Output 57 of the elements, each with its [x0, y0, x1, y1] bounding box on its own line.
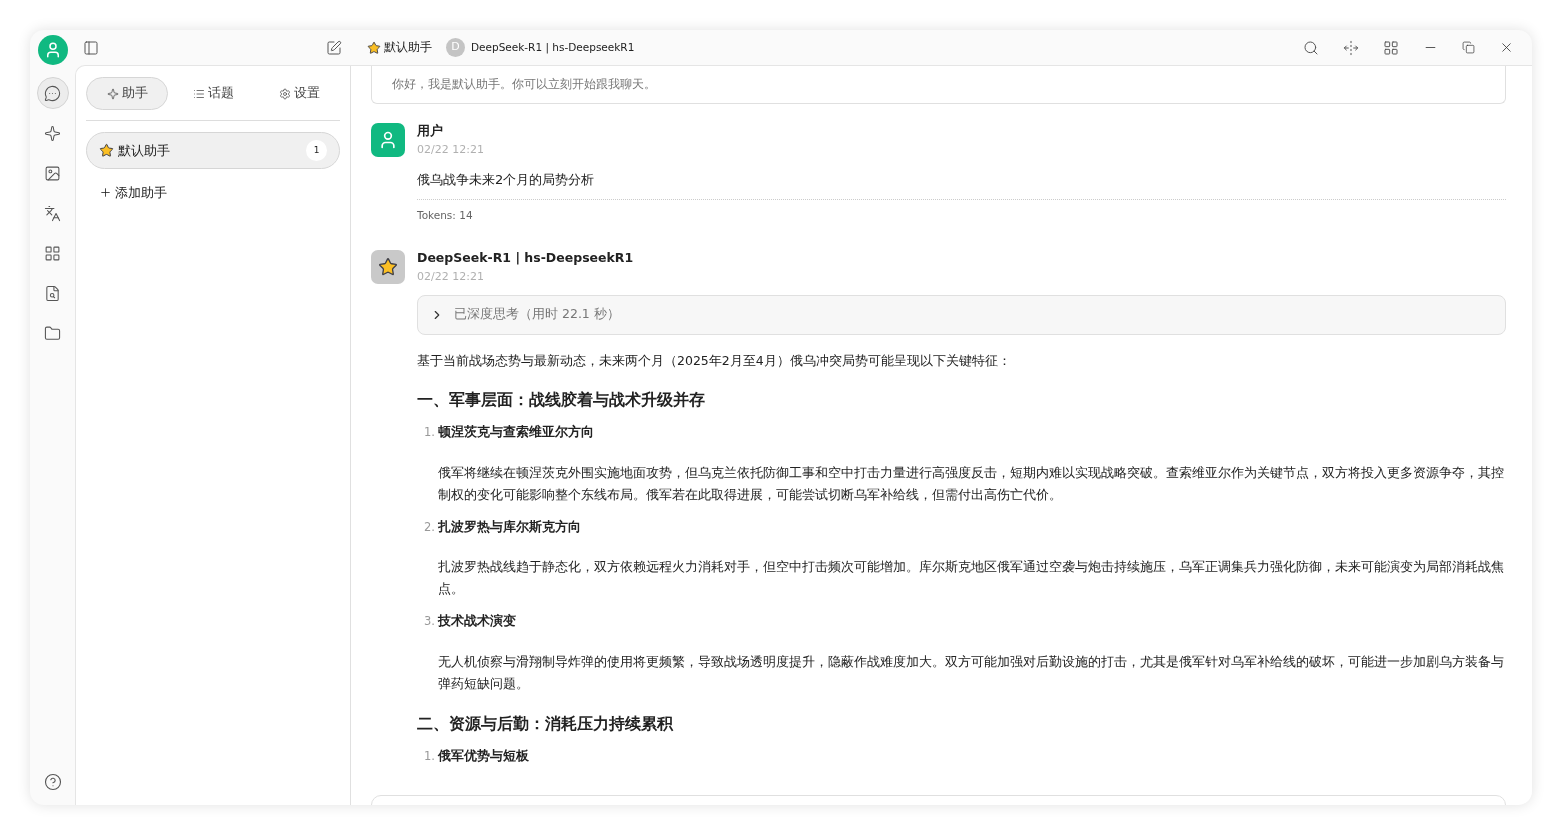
thinking-toggle[interactable]: 已深度思考（用时 22.1 秒） — [417, 294, 1506, 335]
plus-icon — [99, 186, 112, 200]
new-chat-icon[interactable] — [326, 39, 342, 56]
sidebar-tab[interactable]: 设置 — [258, 77, 340, 110]
sidebar-tab[interactable]: 助手 — [86, 77, 168, 110]
translate-icon — [44, 204, 61, 222]
star-icon — [367, 40, 381, 55]
chat-icon — [44, 84, 61, 102]
star-icon — [378, 256, 398, 277]
sidebar-tab[interactable]: 话题 — [172, 77, 254, 110]
section-heading: 一、军事层面：战线胶着与战术升级并存 — [417, 389, 706, 411]
list-number: 1. — [424, 748, 435, 765]
section-heading: 二、资源与后勤：消耗压力持续累积 — [417, 714, 674, 735]
sender-name: DeepSeek-R1 | hs-DeepseekR1 — [417, 248, 635, 267]
message-time: 02/22 12:21 — [417, 142, 485, 158]
count-badge: 1 — [306, 140, 327, 161]
assistant-name: 默认助手 — [118, 141, 170, 160]
settings-icon — [278, 87, 291, 100]
greeting-text: 你好，我是默认助手。你可以立刻开始跟我聊天。 — [392, 75, 656, 93]
document-search-icon — [44, 284, 61, 302]
star-icon — [99, 143, 114, 158]
list-item-text: 扎波罗热战线趋于静态化，双方依赖远程火力消耗对手，但空中打击频次可能增加。库尔斯克地区俄军通过空袭与炮击持续施压，乌军正调集兵力强化防御，未来可能演变为局部消耗战焦点。 — [437, 558, 1505, 599]
sparkle-icon — [44, 124, 61, 142]
sparkle-icon — [106, 87, 119, 100]
grid-icon[interactable] — [1383, 39, 1399, 56]
chat-nav-button[interactable] — [36, 77, 69, 109]
sender-name: 用户 — [417, 122, 444, 140]
sidebar-toggle-icon[interactable] — [83, 39, 99, 56]
list-number: 2. — [424, 518, 435, 536]
close-icon[interactable] — [1499, 40, 1514, 55]
add-assistant-button[interactable]: 添加助手 — [99, 183, 167, 203]
expand-width-icon[interactable] — [1343, 39, 1359, 56]
restore-icon[interactable] — [1462, 41, 1475, 54]
model-avatar: D — [446, 38, 465, 57]
list-icon — [192, 87, 205, 100]
user-icon — [378, 130, 398, 150]
message-text: 俄乌战争未来2个月的局势分析 — [417, 171, 596, 189]
model-name[interactable]: DeepSeek-R1 | hs-DeepseekR1 — [471, 39, 635, 56]
message-time: 02/22 12:21 — [417, 268, 485, 285]
folder-icon — [44, 324, 61, 342]
response-intro: 基于当前战场态势与最新动态，未来两个月（2025年2月至4月）俄乌冲突局势可能呈现以下关键特征： — [417, 351, 1012, 370]
list-number: 3. — [424, 613, 435, 631]
assistant-title: 默认助手 — [384, 38, 432, 56]
list-item-text: 俄军将继续在顿涅茨克外围实施地面攻势，但乌克兰依托防御工事和空中打击力量进行高强度反击，短期内难以实现战略突破。查索维亚尔作为关键节点，双方将投入更多资源争夺，其控制权的变化可能影响整个东线布局。俄军若在此取得进展，可能尝试切断乌军补给线，但需付出高伤亡代价。 — [437, 463, 1505, 504]
help-icon[interactable] — [43, 773, 62, 791]
assistant-list-item[interactable]: 默认助手 1 — [86, 132, 340, 169]
list-item-title: 俄军优势与短板 — [438, 747, 529, 765]
search-icon[interactable] — [1303, 39, 1319, 56]
list-item-title: 扎波罗热与库尔斯克方向 — [438, 517, 581, 536]
list-number: 1. — [424, 423, 435, 441]
token-count: Tokens: 14 — [417, 208, 474, 223]
grid-icon — [44, 244, 61, 262]
user-avatar[interactable] — [37, 35, 68, 65]
list-item-text: 无人机侦察与滑翔制导炸弹的使用将更频繁，导致战场透明度提升，隐蔽作战难度加大。双方可能加强对后勤设施的打击，尤其是俄军针对乌军补给线的破坏，可能进一步加剧乌方装备与弹药短缺问题。 — [437, 653, 1505, 693]
list-item-title: 顿涅茨克与查索维亚尔方向 — [438, 422, 594, 441]
list-item-title: 技术战术演变 — [438, 612, 516, 631]
image-icon — [44, 164, 61, 182]
